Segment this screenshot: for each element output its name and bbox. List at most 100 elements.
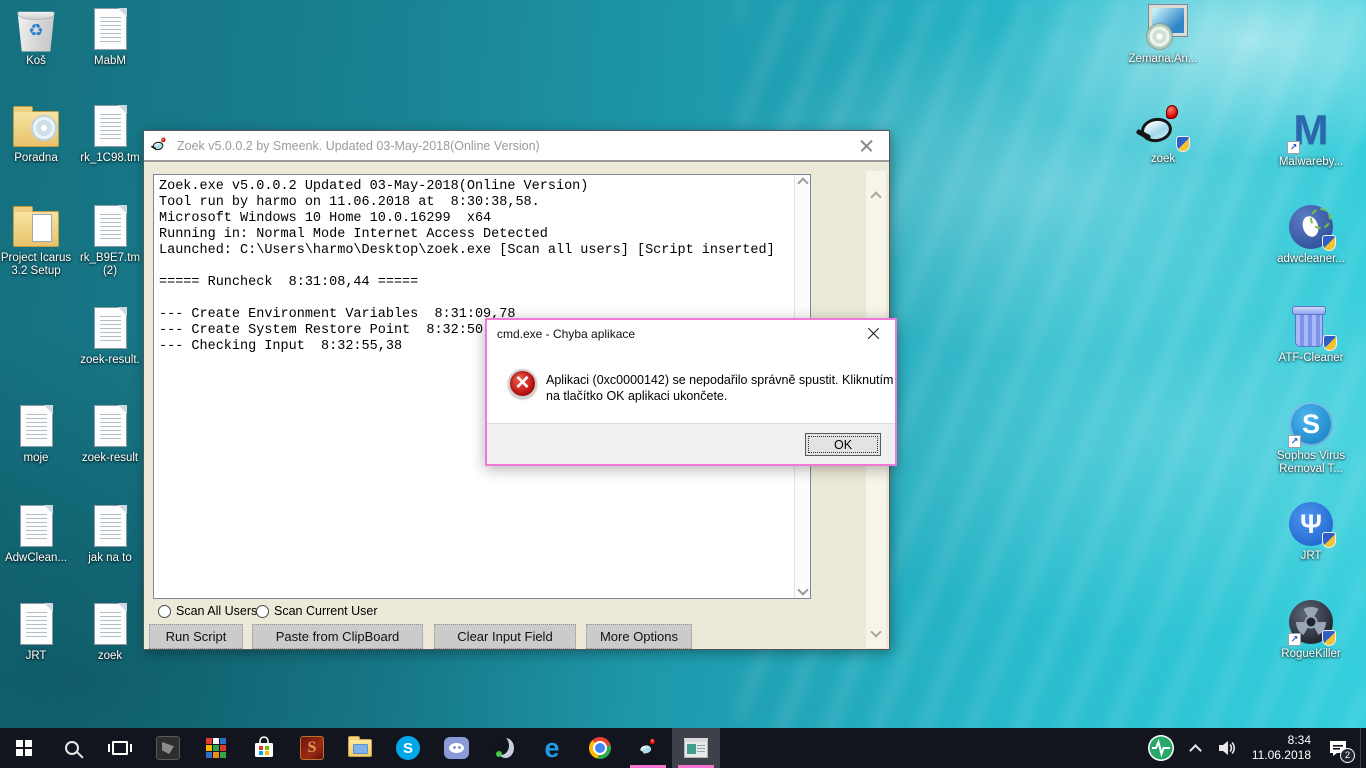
adwcleaner-bug-icon xyxy=(1289,205,1333,249)
desktop-icon-zoek-result-1[interactable]: zoek-result. xyxy=(72,305,148,367)
rubiks-cube-icon xyxy=(205,737,227,759)
dialog-titlebar[interactable]: cmd.exe - Chyba aplikace xyxy=(487,320,895,347)
shortcut-arrow-icon xyxy=(1287,141,1300,154)
taskbar-running-zoek[interactable] xyxy=(624,728,672,768)
close-icon xyxy=(860,139,873,152)
desktop-icon-label: Zemana.An... xyxy=(1128,53,1197,66)
tray-health-monitor-button[interactable] xyxy=(1140,728,1182,768)
taskbar-search-button[interactable] xyxy=(48,728,96,768)
chrome-icon xyxy=(589,737,611,759)
desktop-icon-mabm[interactable]: MabM xyxy=(72,6,148,68)
desktop-icon-jrt-file[interactable]: JRT xyxy=(0,601,74,663)
taskbar-clock[interactable]: 8:34 11.06.2018 xyxy=(1245,733,1318,763)
app-window-icon xyxy=(684,738,708,758)
discord-icon xyxy=(444,737,469,759)
chevron-up-icon xyxy=(1189,744,1202,757)
more-options-button[interactable]: More Options xyxy=(586,624,692,649)
desktop-icon-rk-1c98[interactable]: rk_1C98.tm xyxy=(72,103,148,165)
error-dialog: cmd.exe - Chyba aplikace Aplikaci (0xc00… xyxy=(485,318,897,466)
taskbar-start-button[interactable] xyxy=(0,728,48,768)
radio-scan-all-users[interactable]: Scan All Users xyxy=(158,604,257,618)
taskbar-running-zoek-window[interactable] xyxy=(672,728,720,768)
desktop-icon-adwcleaner[interactable]: adwcleaner... xyxy=(1273,204,1349,266)
taskbar-pinned-chrome[interactable] xyxy=(576,728,624,768)
uac-shield-icon xyxy=(1322,532,1336,548)
tray-volume-button[interactable] xyxy=(1209,728,1243,768)
crescent-app-icon xyxy=(492,736,516,760)
desktop-icon-zoek-app[interactable]: zoek xyxy=(1125,104,1201,166)
window-title: Zoek v5.0.0.2 by Smeenk. Updated 03-May-… xyxy=(177,139,540,153)
scroll-up-icon[interactable] xyxy=(797,177,808,188)
taskbar-pinned-dark-app[interactable] xyxy=(144,728,192,768)
ok-button[interactable]: OK xyxy=(805,433,881,456)
zoek-close-button[interactable] xyxy=(843,131,889,160)
jrt-trident-icon xyxy=(1289,502,1333,546)
windows-start-icon xyxy=(16,740,33,757)
desktop-icon-label: jak na to xyxy=(88,552,131,565)
uac-shield-icon xyxy=(1322,630,1336,646)
recycle-bin-icon xyxy=(15,7,57,52)
search-icon xyxy=(65,741,79,755)
taskbar-pinned-edge[interactable] xyxy=(528,728,576,768)
document-icon xyxy=(94,405,127,447)
zoek-titlebar[interactable]: Zoek v5.0.0.2 by Smeenk. Updated 03-May-… xyxy=(144,131,889,162)
desktop-icon-label: zoek-result. xyxy=(80,354,139,367)
taskbar-pinned-discord[interactable] xyxy=(432,728,480,768)
desktop-icon-jak-na-to[interactable]: jak na to xyxy=(72,503,148,565)
taskbar-taskview-button[interactable] xyxy=(96,728,144,768)
edge-icon xyxy=(540,736,564,760)
desktop-icon-malwarebytes[interactable]: Malwareby... xyxy=(1273,107,1349,169)
taskbar-pinned-store[interactable] xyxy=(240,728,288,768)
desktop-icon-label: JRT xyxy=(26,650,47,663)
run-script-button[interactable]: Run Script xyxy=(149,624,243,649)
taskbar-pinned-skype[interactable] xyxy=(384,728,432,768)
uac-shield-icon xyxy=(1322,235,1336,251)
paste-from-clipboard-button[interactable]: Paste from ClipBoard xyxy=(252,624,423,649)
dialog-close-button[interactable] xyxy=(851,320,895,347)
desktop-icon-rk-b9e7[interactable]: rk_B9E7.tm (2) xyxy=(72,203,148,278)
desktop-icon-label: rk_B9E7.tm (2) xyxy=(72,252,148,278)
desktop-icon-roguekiller[interactable]: RogueKiller xyxy=(1273,599,1349,661)
desktop-icon-adwclean[interactable]: AdwClean... xyxy=(0,503,74,565)
tray-show-hidden-icons-button[interactable] xyxy=(1184,728,1207,768)
error-icon xyxy=(508,369,537,398)
desktop-icon-jrt-app[interactable]: JRT xyxy=(1273,501,1349,563)
desktop-icon-label: zoek-result xyxy=(82,452,138,465)
roguekiller-radioactive-icon xyxy=(1289,600,1333,644)
desktop-icon-moje[interactable]: moje xyxy=(0,403,74,465)
taskbar-pinned-rubiks[interactable] xyxy=(192,728,240,768)
desktop-icon-label: zoek xyxy=(1151,153,1175,166)
clock-date: 11.06.2018 xyxy=(1252,748,1311,763)
desktop-icon-kos[interactable]: Koš xyxy=(0,6,74,68)
scroll-up-icon[interactable] xyxy=(870,191,881,202)
action-center-button[interactable]: 2 xyxy=(1320,728,1356,768)
taskbar-pinned-crescent-app[interactable] xyxy=(480,728,528,768)
folder-disc-icon xyxy=(13,111,59,147)
close-icon xyxy=(867,327,880,340)
desktop-icon-label: Sophos Virus Removal T... xyxy=(1273,450,1349,476)
taskbar-pinned-explorer[interactable] xyxy=(336,728,384,768)
scroll-down-icon[interactable] xyxy=(870,626,881,637)
desktop-icon-label: adwcleaner... xyxy=(1277,253,1345,266)
clear-input-field-button[interactable]: Clear Input Field xyxy=(434,624,576,649)
dialog-body: Aplikaci (0xc0000142) se nepodařilo sprá… xyxy=(487,347,895,423)
desktop-icon-label: Malwareby... xyxy=(1279,156,1343,169)
trash-can-icon xyxy=(1288,303,1334,349)
desktop-icon-zoek-result-2[interactable]: zoek-result xyxy=(72,403,148,465)
radio-circle-icon xyxy=(158,605,171,618)
system-tray: 8:34 11.06.2018 2 xyxy=(1140,728,1356,768)
desktop-icon-project-icarus[interactable]: Project Icarus 3.2 Setup xyxy=(0,203,74,278)
desktop-icon-atf-cleaner[interactable]: ATF-Cleaner xyxy=(1273,303,1349,365)
desktop-icon-label: JRT xyxy=(1301,550,1322,563)
desktop-icon-sophos[interactable]: Sophos Virus Removal T... xyxy=(1273,401,1349,476)
scroll-down-icon[interactable] xyxy=(797,584,808,595)
document-icon xyxy=(94,8,127,50)
desktop-icon-zemana[interactable]: Zemana.An... xyxy=(1125,4,1201,66)
document-icon xyxy=(94,307,127,349)
desktop-icon-poradna[interactable]: Poradna xyxy=(0,103,74,165)
document-icon xyxy=(94,205,127,247)
taskbar-pinned-game[interactable] xyxy=(288,728,336,768)
show-desktop-button[interactable] xyxy=(1360,728,1366,768)
desktop-icon-zoek-file[interactable]: zoek xyxy=(72,601,148,663)
radio-scan-current-user[interactable]: Scan Current User xyxy=(256,604,378,618)
